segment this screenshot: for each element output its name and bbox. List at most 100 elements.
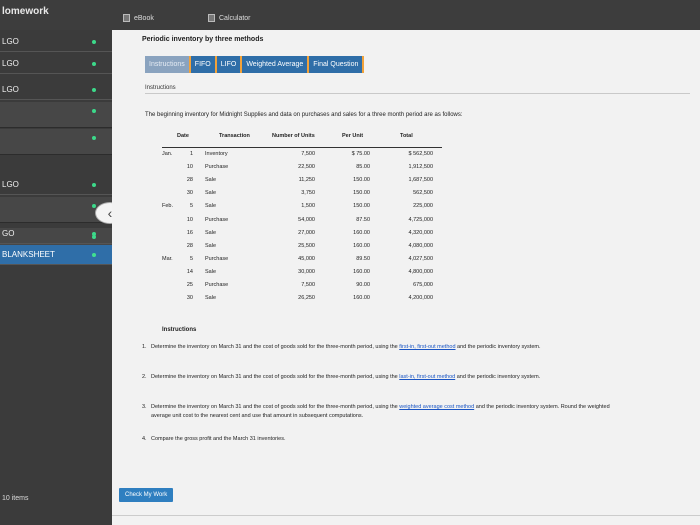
table-cell-day: 30 [186, 190, 193, 197]
table-cell-day: 1 [189, 151, 193, 157]
method-link[interactable]: last-in, first-out method [399, 374, 455, 380]
table-cell-units: 7,500 [301, 282, 315, 288]
sidebar-item[interactable]: LGO [0, 32, 112, 52]
sidebar-item[interactable] [0, 102, 112, 128]
sidebar-item-label: LGO [2, 37, 19, 46]
table-cell-day: 25 [186, 282, 193, 288]
table-cell-per: 89.50 [356, 255, 370, 262]
sidebar-item-blanksheet[interactable]: BLANKSHEET [0, 245, 112, 265]
table-cell-total: 4,725,000 [408, 216, 433, 223]
table-cell-per: 160.00 [353, 268, 370, 275]
table-cell-units: 54,000 [298, 216, 315, 223]
status-dot [92, 87, 96, 92]
table-cell-txn: Purchase [205, 216, 229, 223]
table-cell-units: 22,500 [298, 164, 315, 171]
table-cell-total: 1,912,500 [408, 164, 433, 171]
instruction-number: 1. [142, 344, 147, 350]
sidebar-item[interactable]: LGO [0, 54, 112, 74]
table-header: Per Unit [342, 133, 364, 139]
section-heading: Instructions [145, 85, 176, 91]
table-cell-total: 4,080,000 [408, 242, 433, 249]
table-cell-total: $ 562,500 [408, 151, 433, 157]
table-cell-month: Jan. [162, 151, 173, 157]
instruction-number: 4. [142, 436, 147, 442]
table-header-rule [162, 147, 442, 148]
table-cell-month: Feb. [162, 203, 174, 210]
table-cell-total: 225,000 [413, 203, 433, 210]
tab-lifo[interactable]: LIFO [216, 56, 243, 73]
method-link[interactable]: first-in, first-out method [399, 344, 455, 350]
table-cell-units: 45,000 [298, 255, 315, 262]
calculator-tab[interactable]: Calculator [208, 11, 251, 25]
sidebar-item-label: LGO [2, 59, 19, 68]
table-cell-per: 150.00 [353, 203, 370, 210]
sidebar-item[interactable] [0, 129, 112, 155]
table-cell-txn: Sale [205, 268, 217, 275]
instruction-text-part: Determine the inventory on March 31 and … [151, 344, 400, 350]
table-cell-units: 26,250 [298, 295, 315, 302]
method-link[interactable]: weighted average cost method [399, 404, 474, 410]
sidebar-item-label: LGO [2, 180, 19, 189]
divider [145, 93, 690, 94]
table-cell-day: 10 [186, 216, 193, 223]
table-cell-day: 28 [186, 177, 193, 184]
ebook-tab[interactable]: eBook [123, 11, 154, 25]
sidebar-item-label: LGO [2, 85, 19, 94]
table-cell-per: 85.00 [356, 164, 370, 171]
table-cell-total: 4,320,000 [408, 229, 433, 236]
page-title: Periodic inventory by three methods [142, 36, 264, 43]
table-cell-per: 150.00 [353, 177, 370, 184]
check-my-work-button[interactable]: Check My Work [119, 488, 174, 502]
instruction-text-part: and the periodic inventory system. [455, 374, 541, 380]
instruction-text-part: Determine the inventory on March 31 and … [151, 404, 400, 410]
table-cell-txn: Sale [205, 229, 217, 236]
status-dot [92, 61, 96, 66]
table-cell-total: 675,000 [413, 282, 433, 288]
table-cell-units: 30,000 [298, 268, 315, 275]
table-cell-day: 14 [186, 268, 193, 275]
table-cell-per: 87.50 [356, 216, 370, 223]
table-cell-txn: Sale [205, 242, 217, 249]
table-cell-day: 16 [186, 229, 193, 236]
table-cell-units: 1,500 [301, 203, 315, 210]
table-cell-total: 562,500 [413, 190, 433, 197]
table-cell-day: 5 [189, 255, 193, 262]
table-cell-units: 27,000 [298, 229, 315, 236]
sidebar-item[interactable]: LGO [0, 80, 112, 100]
table-cell-txn: Inventory [205, 151, 228, 157]
table-cell-per: 160.00 [353, 295, 370, 302]
tab-weighted-average[interactable]: Weighted Average [242, 56, 310, 73]
table-cell-per: $ 75.00 [351, 151, 370, 157]
table-cell-day: 28 [186, 242, 193, 249]
table-header: Date [177, 133, 189, 139]
table-cell-per: 160.00 [353, 242, 370, 249]
instruction-text: Compare the gross profit and the March 3… [151, 435, 631, 444]
table-cell-units: 25,500 [298, 242, 315, 249]
table-cell-txn: Purchase [205, 255, 229, 262]
tab-final-question[interactable]: Final Question [309, 56, 365, 73]
items-count: 10 items [2, 495, 29, 502]
instruction-number: 3. [142, 404, 147, 410]
tab-instructions[interactable]: Instructions [145, 56, 191, 73]
sidebar-item-label: GO [2, 229, 15, 238]
table-cell-units: 11,250 [298, 177, 315, 184]
table-cell-txn: Sale [205, 295, 217, 302]
table-cell-txn: Sale [205, 203, 217, 210]
table-cell-total: 4,800,000 [408, 268, 433, 275]
instruction-text-part: Determine the inventory on March 31 and … [151, 374, 400, 380]
sidebar-item[interactable]: LGO [0, 175, 112, 195]
sidebar: LGO LGO LGO LGO GO BLANKSHEET 10 items [0, 30, 112, 525]
table-cell-per: 150.00 [353, 190, 370, 197]
instruction-text-part: and the periodic inventory system. [455, 344, 541, 350]
table-header: Total [400, 133, 413, 139]
table-cell-txn: Purchase [205, 164, 229, 171]
sidebar-item[interactable]: GO [0, 224, 112, 244]
table-cell-day: 10 [186, 164, 193, 171]
table-cell-day: 30 [186, 295, 193, 302]
status-dot [92, 231, 96, 236]
ebook-tab-label: eBook [134, 14, 154, 22]
tab-fifo[interactable]: FIFO [190, 56, 217, 73]
table-cell-txn: Sale [205, 177, 217, 184]
main-panel: Periodic inventory by three methods Inst… [112, 30, 700, 525]
book-icon [123, 14, 130, 22]
